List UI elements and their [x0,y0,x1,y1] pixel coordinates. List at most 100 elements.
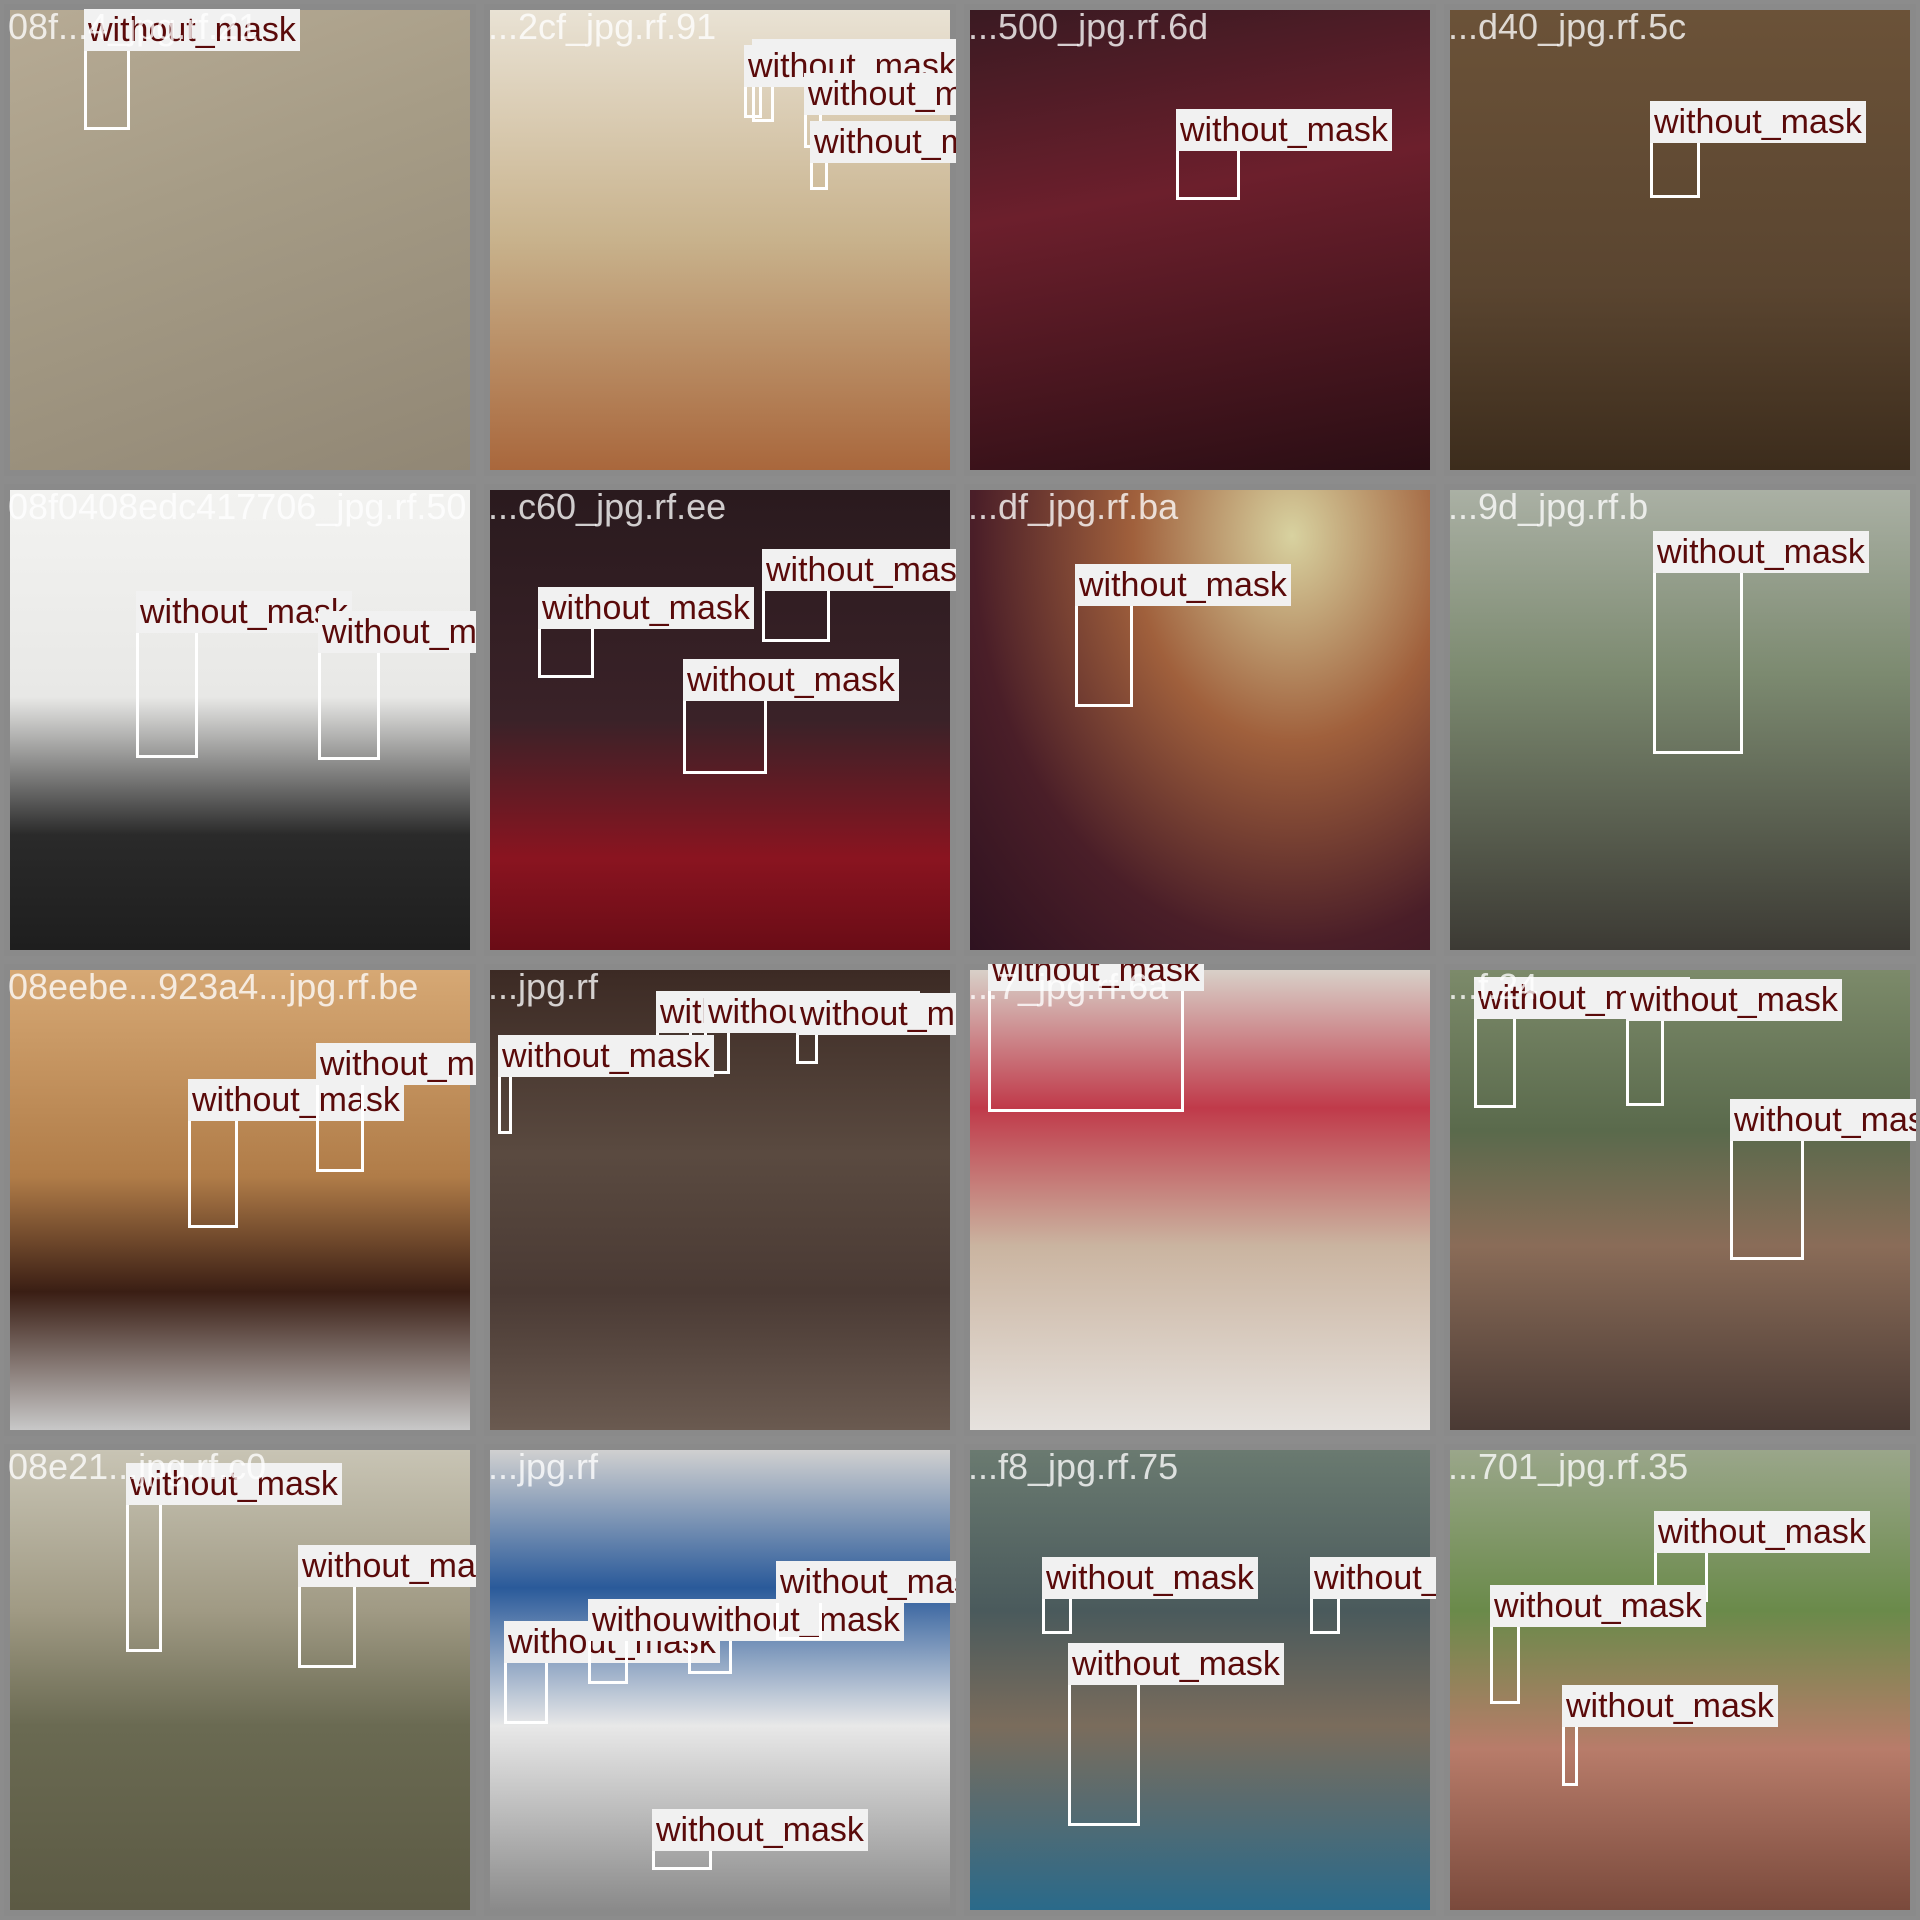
filename-label: ...701_jpg.rf.35 [1448,1446,1689,1487]
photo: without_maskwithout_mask [10,490,476,950]
bounding-box: without_mask [1730,1099,1916,1260]
image-tile: without_mask without_mask without_mask ...f… [960,1440,1440,1920]
image-tile: without_mask ...500_jpg.rf.6d [960,0,1440,480]
photo: without_maskwithout_mask [10,1450,476,1910]
bounding-box: without_mask [688,1599,904,1674]
filename-label: ...d40_jpg.rf.5c [1448,6,1687,47]
bounding-box: without_mask [1650,101,1866,198]
filename-label: ...f8_jpg.rf.75 [968,1446,1179,1487]
photo: without_maskwithout_maskwithout_maskwith… [490,1450,956,1910]
filename-label: ...jpg.rf [488,1446,599,1487]
image-tile: without_mask without_mask without_mask ...c… [480,480,960,960]
image-tile: without_maskwithout_mask08f0408edc417706… [0,480,480,960]
photo: without_maskwithout_maskwithout_mask [490,490,956,950]
class-label: without_mask [538,587,754,629]
class-label: without_mask [1075,564,1291,606]
image-tile: without_mask 08f...4_jpg.rf.21 [0,0,480,480]
class-label: without_mask [1653,531,1869,573]
class-label: without_mask [1310,1557,1436,1599]
class-label: without_mask [1176,109,1392,151]
filename-label: ...9d_jpg.rf.b [1448,486,1649,527]
filename-label: ...7_jpg.rf.6a [968,966,1169,1007]
image-tile: without_maskwithout_mask08e21...jpg.rf.c… [0,1440,480,1920]
class-label: without_mask [1730,1099,1916,1141]
bounding-box: without_mask [810,121,956,190]
class-label: without_mask [776,1561,956,1603]
class-label: without_mask [652,1809,868,1851]
bounding-box: without_mask [1068,1643,1284,1826]
filename-label: 08f...4_jpg.rf.21 [8,6,259,47]
class-label: without_mask [188,1079,404,1121]
bounding-box: without_mask [1474,977,1690,1108]
photo: without_mask without_mask without_mask [1450,1450,1910,1910]
bounding-box: without_mask [1042,1557,1258,1634]
bounding-box: without_mask [1176,109,1392,200]
image-tile: without_maskwithout_maskwithout_maskwith… [480,960,960,1440]
bounding-box: without_mask [188,1079,404,1228]
photo: without_maskwithout_mask [10,970,476,1430]
image-tile: without_mask ...df_jpg.rf.ba [960,480,1440,960]
photo: without_maskwithout_maskwithout_maskwith… [490,10,956,470]
filename-label: 08f0408edc417706_jpg.rf.50 [8,486,467,527]
class-label: without_mask [316,1043,476,1085]
bounding-box: without_mask [498,1035,714,1134]
bounding-box: without_mask [796,993,956,1064]
bounding-box: without_mask [588,1599,804,1684]
bounding-box: without_mask [762,549,956,642]
bounding-box: without_mask [652,1809,868,1870]
class-label: without_mask [1042,1557,1258,1599]
image-tile: without_maskwithout_maskwithout_maskwith… [480,0,960,480]
detection-grid: without_mask 08f...4_jpg.rf.21 without_mas… [0,0,1920,1920]
photo: without_mask [970,490,1430,950]
bounding-box: without_mask [776,1561,956,1640]
bounding-box: without_mask [318,611,476,760]
filename-label: 08eebe...923a4...jpg.rf.be [8,966,419,1007]
filename-label: ...jpg.rf [488,966,599,1007]
photo: without_mask without_mask without_mask [970,1450,1436,1910]
photo: without_maskwithout_maskwithout_maskwith… [490,970,956,1430]
image-tile: without_maskwithout_maskwithout_maskwith… [480,1440,960,1920]
image-tile: without_maskwithout_maskwithout_mask...f… [1440,960,1920,1440]
filename-label: ...f.24 [1448,966,1539,1007]
class-label: without_mask [1068,1643,1284,1685]
filename-label: ...c60_jpg.rf.ee [488,486,727,527]
image-tile: without_mask without_mask without_mask ...7… [1440,1440,1920,1920]
bounding-box: without_mask [1310,1557,1436,1634]
class-label: without_mask [804,73,956,115]
class-label: without_mask [498,1035,714,1077]
photo: without_mask [10,9,470,470]
bounding-box: without_mask [538,587,754,678]
class-label: without_mask [298,1545,476,1587]
class-label: without_mask [796,993,956,1035]
photo: without_maskwithout_maskwithout_mask [1450,970,1916,1430]
photo: without_mask [970,964,1430,1430]
class-label: without_mask [1490,1585,1706,1627]
photo: without_mask [1450,490,1910,950]
image-tile: without_mask ...7_jpg.rf.6a [960,960,1440,1440]
class-label: without_mask [1650,101,1866,143]
bounding-box: without_mask [316,1043,476,1172]
class-label: without_mask [1626,979,1842,1021]
bounding-box: without_mask [136,591,352,758]
image-tile: without_maskwithout_mask08eebe...923a4..… [0,960,480,1440]
filename-label: ...df_jpg.rf.ba [968,486,1179,527]
bounding-box: without_mask [744,45,956,118]
bounding-box: without_mask [683,659,899,774]
filename-label: ...500_jpg.rf.6d [968,6,1209,47]
class-label: without_mask [762,549,956,591]
image-tile: without_mask ...d40_jpg.rf.5c [1440,0,1920,480]
class-label: without_mask [683,659,899,701]
class-label: without_mask [1654,1511,1870,1553]
photo: without_mask [1450,10,1910,470]
class-label: without_mask [1562,1685,1778,1727]
bounding-box: without_mask [1562,1685,1778,1786]
filename-label: 08e21...jpg.rf.c0 [8,1446,267,1487]
photo: without_mask [970,10,1430,470]
class-label: without_mask [318,611,476,653]
bounding-box: without_mask [84,9,300,130]
image-tile: without_mask ...9d_jpg.rf.b [1440,480,1920,960]
bounding-box: without_mask [298,1545,476,1668]
bounding-box: without_mask [1626,979,1842,1106]
bounding-box: without_mask [1075,564,1291,707]
bounding-box: without_mask [1653,531,1869,754]
